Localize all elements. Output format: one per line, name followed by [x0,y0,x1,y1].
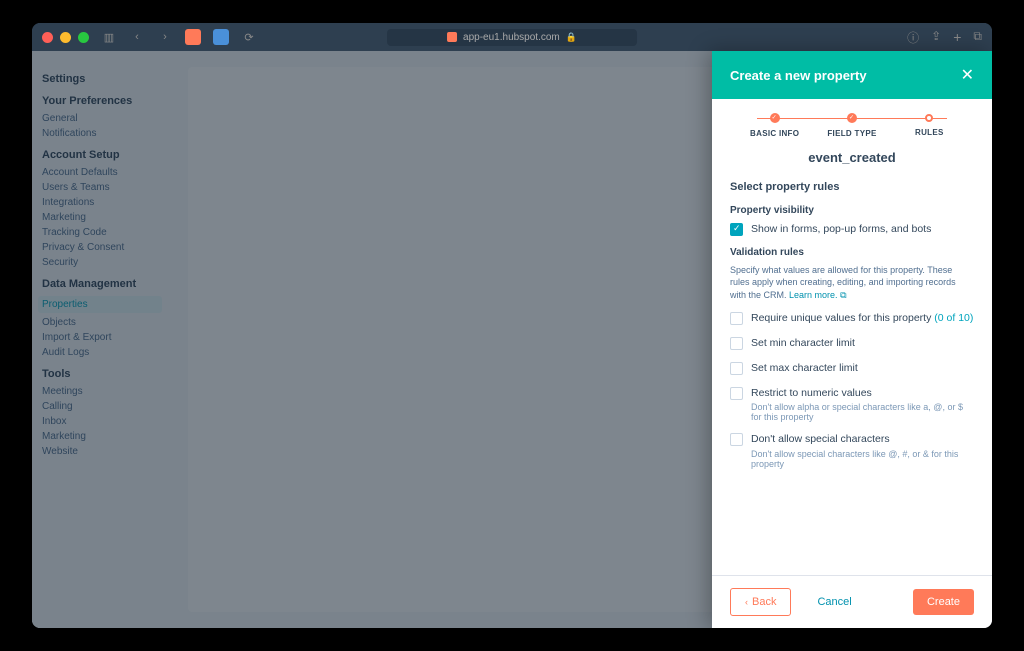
cancel-button[interactable]: Cancel [803,589,865,615]
checkbox-subtext: Don't allow special characters like @, #… [751,449,974,469]
checkbox-label: Set max character limit [751,361,858,376]
new-tab-icon[interactable]: + [953,29,961,46]
checkbox-label: Restrict to numeric values [751,386,974,401]
external-link-icon: ⧉ [840,290,846,300]
browser-window: ▥ ‹ › ⟳ app-eu1.hubspot.com 🔒 ⓘ ⇪ + ⧉ Se… [32,23,992,628]
step-dot-current-icon [925,114,933,122]
checkbox-label: Require unique values for this property … [751,311,973,326]
panel-header: Create a new property ✕ [712,51,992,99]
app-icon-1[interactable] [185,29,201,45]
checkbox-icon[interactable] [730,362,743,375]
stepper: BASIC INFO FIELD TYPE RULES [712,99,992,146]
address-bar[interactable]: app-eu1.hubspot.com 🔒 [387,29,637,46]
main-area: Settings Your Preferences General Notifi… [32,51,992,628]
upload-icon[interactable]: ⇪ [931,29,941,46]
checkbox-label: Don't allow special characters [751,432,974,447]
learn-more-link[interactable]: Learn more. ⧉ [789,290,846,300]
panel-body: Select property rules Property visibilit… [712,181,992,575]
step-dot-done-icon [847,113,857,123]
chevron-left-icon: ‹ [745,597,748,607]
window-close-button[interactable] [42,32,53,43]
visibility-label: Property visibility [730,205,974,216]
validation-label: Validation rules [730,247,974,258]
checkbox-numeric-only[interactable]: Restrict to numeric values Don't allow a… [730,386,974,423]
unique-count-badge: (0 of 10) [934,312,973,324]
back-icon[interactable]: ‹ [129,29,145,45]
hubspot-favicon-icon [447,32,457,42]
checkbox-subtext: Don't allow alpha or special characters … [751,402,974,422]
checkbox-icon[interactable] [730,387,743,400]
reload-icon[interactable]: ⟳ [241,29,257,45]
section-title: Select property rules [730,181,974,193]
checkbox-icon[interactable] [730,337,743,350]
tabs-icon[interactable]: ⧉ [973,29,982,46]
panel-title: Create a new property [730,68,867,83]
checkbox-label: Show in forms, pop-up forms, and bots [751,222,931,237]
step-basic-info[interactable]: BASIC INFO [736,113,813,138]
window-maximize-button[interactable] [78,32,89,43]
checkbox-no-special[interactable]: Don't allow special characters Don't all… [730,432,974,469]
validation-helper: Specify what values are allowed for this… [730,264,974,302]
back-button[interactable]: ‹ Back [730,588,791,616]
checkbox-icon[interactable] [730,312,743,325]
step-field-type[interactable]: FIELD TYPE [813,113,890,138]
checkbox-icon[interactable] [730,223,743,236]
step-dot-done-icon [770,113,780,123]
create-button[interactable]: Create [913,589,974,615]
checkbox-unique-values[interactable]: Require unique values for this property … [730,311,974,326]
window-minimize-button[interactable] [60,32,71,43]
panel-footer: ‹ Back Cancel Create [712,575,992,628]
sidebar-toggle-icon[interactable]: ▥ [101,29,117,45]
traffic-lights [42,32,89,43]
create-property-panel: Create a new property ✕ BASIC INFO FIELD… [712,51,992,628]
checkbox-min-limit[interactable]: Set min character limit [730,336,974,351]
checkbox-max-limit[interactable]: Set max character limit [730,361,974,376]
share-icon[interactable]: ⓘ [907,29,919,46]
url-text: app-eu1.hubspot.com [463,32,560,43]
checkbox-show-in-forms[interactable]: Show in forms, pop-up forms, and bots [730,222,974,237]
checkbox-icon[interactable] [730,433,743,446]
titlebar: ▥ ‹ › ⟳ app-eu1.hubspot.com 🔒 ⓘ ⇪ + ⧉ [32,23,992,51]
property-name-heading: event_created [712,146,992,181]
close-icon[interactable]: ✕ [961,65,974,85]
forward-icon[interactable]: › [157,29,173,45]
lock-icon: 🔒 [566,32,577,43]
checkbox-label: Set min character limit [751,336,855,351]
app-icon-2[interactable] [213,29,229,45]
